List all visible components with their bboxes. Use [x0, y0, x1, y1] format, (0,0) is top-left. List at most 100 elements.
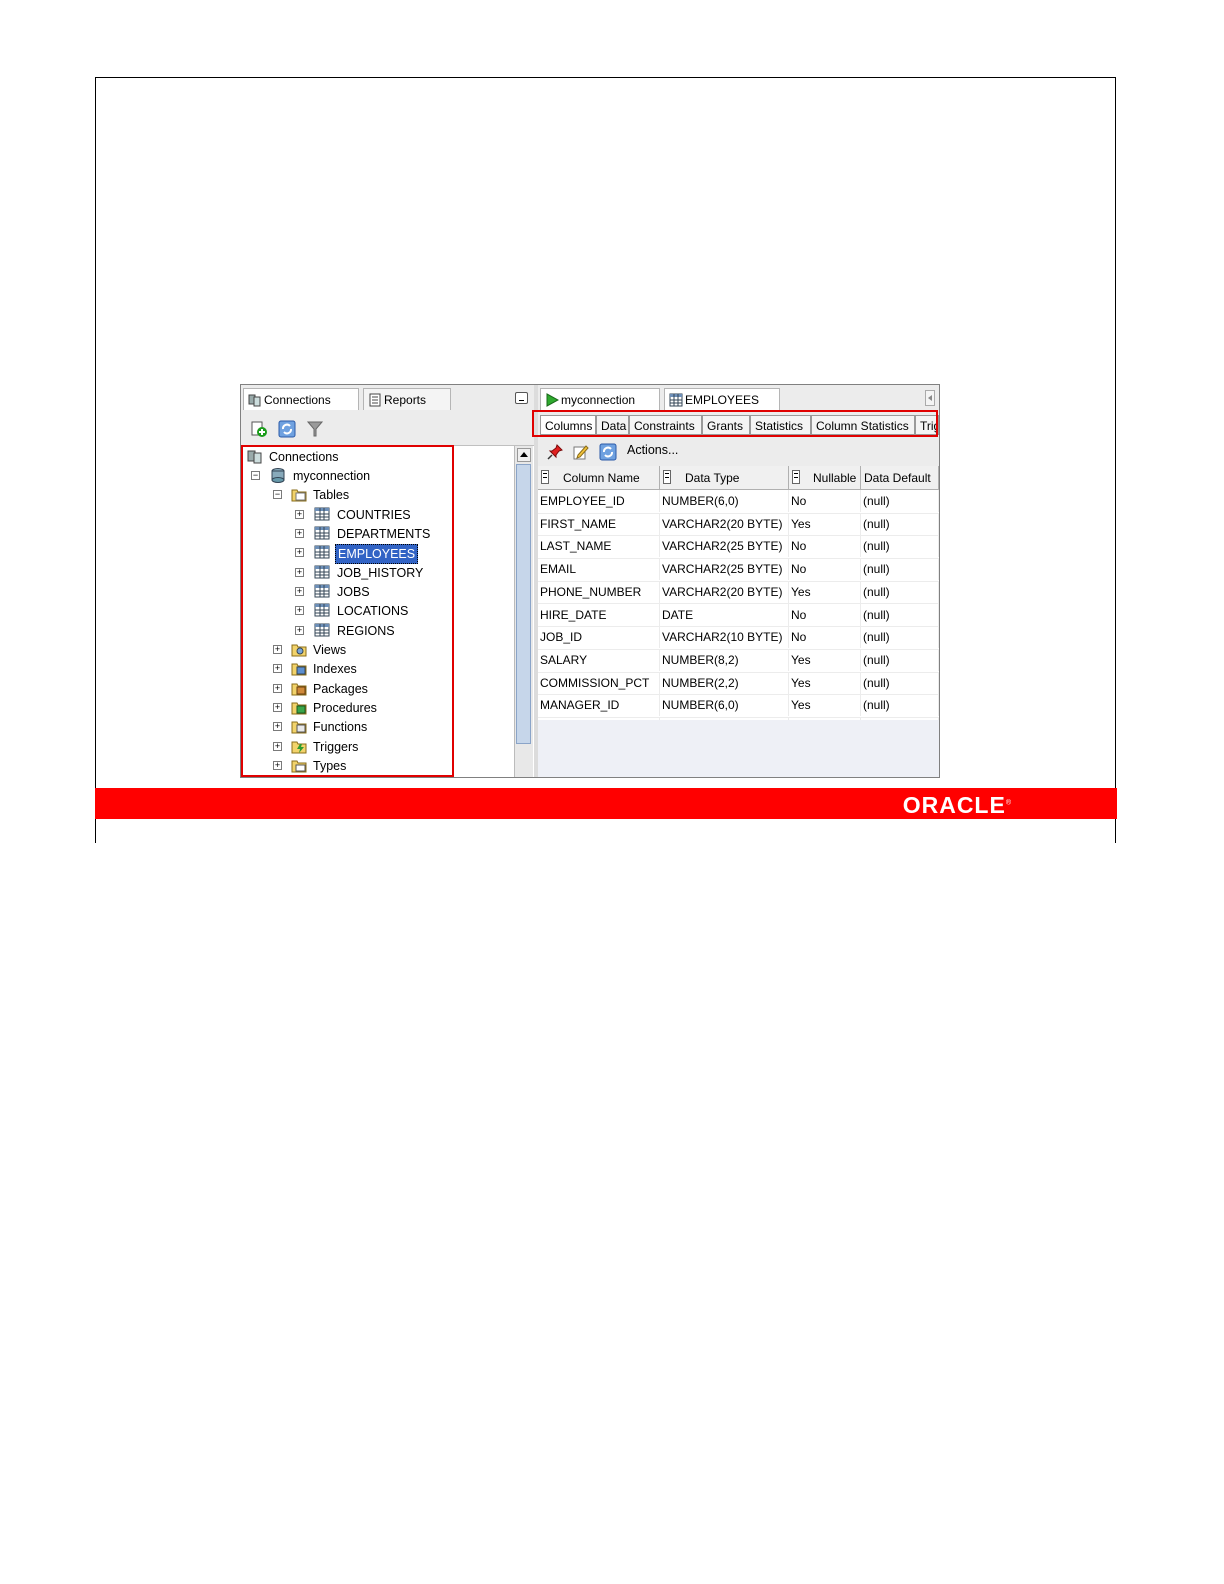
- table-row[interactable]: HIRE_DATE DATE No (null): [538, 603, 939, 628]
- table-cell[interactable]: (null): [861, 694, 939, 717]
- sort-icon: [541, 470, 549, 484]
- table-cell[interactable]: No: [789, 603, 861, 626]
- tree-scrollbar[interactable]: [514, 446, 533, 777]
- table-row[interactable]: EMAIL VARCHAR2(25 BYTE) No (null): [538, 558, 939, 582]
- table-cell[interactable]: FIRST_NAME: [538, 512, 660, 535]
- table-cell[interactable]: NUMBER(6,0): [660, 490, 789, 512]
- sort-icon: [792, 470, 800, 484]
- refresh-icon[interactable]: [278, 420, 296, 438]
- table-cell[interactable]: Yes: [789, 512, 861, 535]
- column-header[interactable]: Nullable: [789, 466, 861, 489]
- table-cell[interactable]: (null): [861, 648, 939, 671]
- scroll-up-icon[interactable]: [517, 448, 531, 462]
- table-row[interactable]: LAST_NAME VARCHAR2(25 BYTE) No (null): [538, 535, 939, 560]
- pin-icon[interactable]: [546, 443, 564, 461]
- table-cell[interactable]: (null): [861, 535, 939, 558]
- connections-navigator: Connections Reports Connections − myconn…: [241, 385, 534, 777]
- table-cell[interactable]: COMMISSION_PCT: [538, 671, 660, 694]
- table-cell[interactable]: VARCHAR2(20 BYTE): [660, 580, 789, 603]
- table-cell[interactable]: No: [789, 535, 861, 558]
- reports-icon: [369, 393, 381, 407]
- column-header[interactable]: Data Type: [660, 466, 789, 489]
- table-cell[interactable]: EMPLOYEE_ID: [538, 490, 660, 512]
- table-cell[interactable]: VARCHAR2(10 BYTE): [660, 626, 789, 649]
- column-header-label: Data Type: [685, 471, 740, 485]
- column-header[interactable]: Column Name: [538, 466, 660, 489]
- table-row[interactable]: FIRST_NAME VARCHAR2(20 BYTE) Yes (null): [538, 512, 939, 537]
- table-row[interactable]: COMMISSION_PCT NUMBER(2,2) Yes (null): [538, 671, 939, 696]
- table-cell[interactable]: (null): [861, 580, 939, 603]
- tab-reports-label: Reports: [384, 393, 427, 407]
- table-cell[interactable]: NUMBER(2,2): [660, 671, 789, 694]
- table-cell[interactable]: Yes: [789, 580, 861, 603]
- table-cell[interactable]: Yes: [789, 694, 861, 717]
- table-cell[interactable]: Yes: [789, 671, 861, 694]
- oracle-logo: ORACLE®: [903, 792, 1012, 819]
- table-icon: [669, 393, 683, 407]
- table-cell[interactable]: NUMBER(6,0): [660, 694, 789, 717]
- column-header-label: Data Default: [864, 471, 931, 485]
- table-row[interactable]: EMPLOYEE_ID NUMBER(6,0) No (null): [538, 490, 939, 514]
- table-cell[interactable]: (null): [861, 490, 939, 512]
- subtabs-highlight-box: [532, 410, 938, 437]
- filter-icon[interactable]: [306, 420, 324, 438]
- table-cell[interactable]: (null): [861, 512, 939, 535]
- edit-icon[interactable]: [572, 443, 590, 461]
- table-cell[interactable]: HIRE_DATE: [538, 603, 660, 626]
- footer-bar: ORACLE®: [95, 788, 1117, 819]
- tab-connections-label: Connections: [264, 393, 331, 407]
- tab-employees-label: EMPLOYEES: [685, 393, 760, 407]
- table-cell[interactable]: NUMBER(8,2): [660, 648, 789, 671]
- table-row[interactable]: MANAGER_ID NUMBER(6,0) Yes (null): [538, 694, 939, 718]
- column-header-label: Column Name: [563, 471, 640, 485]
- grid-empty-area: [538, 720, 939, 777]
- table-cell[interactable]: VARCHAR2(25 BYTE): [660, 535, 789, 558]
- table-cell[interactable]: SALARY: [538, 648, 660, 671]
- run-icon: [546, 393, 559, 407]
- table-cell[interactable]: MANAGER_ID: [538, 694, 660, 717]
- minimize-button[interactable]: [515, 392, 528, 404]
- scroll-thumb[interactable]: [516, 464, 531, 744]
- table-cell[interactable]: EMAIL: [538, 558, 660, 581]
- grid-header: Column Name Data Type Nullable Data Defa…: [538, 466, 939, 490]
- tree-highlight-box: [241, 445, 454, 777]
- new-connection-icon[interactable]: [250, 420, 268, 438]
- table-cell[interactable]: (null): [861, 626, 939, 649]
- column-header-label: Nullable: [813, 471, 857, 485]
- table-cell[interactable]: No: [789, 490, 861, 512]
- table-cell[interactable]: VARCHAR2(20 BYTE): [660, 512, 789, 535]
- sql-developer-window: Connections Reports Connections − myconn…: [240, 384, 940, 778]
- table-cell[interactable]: (null): [861, 558, 939, 581]
- table-cell[interactable]: VARCHAR2(25 BYTE): [660, 558, 789, 581]
- sort-icon: [663, 470, 671, 484]
- tab-myconnection[interactable]: myconnection: [540, 388, 660, 410]
- registered-mark-icon: ®: [1005, 799, 1012, 807]
- table-cell[interactable]: PHONE_NUMBER: [538, 580, 660, 603]
- navigator-toolbar: [241, 415, 534, 443]
- columns-grid: Column Name Data Type Nullable Data Defa…: [538, 466, 939, 777]
- table-cell[interactable]: No: [789, 626, 861, 649]
- table-cell[interactable]: No: [789, 558, 861, 581]
- tab-myconnection-label: myconnection: [561, 393, 636, 407]
- table-cell[interactable]: (null): [861, 603, 939, 626]
- table-cell[interactable]: (null): [861, 671, 939, 694]
- refresh-icon[interactable]: [599, 443, 617, 461]
- table-row[interactable]: SALARY NUMBER(8,2) Yes (null): [538, 648, 939, 673]
- table-row[interactable]: JOB_ID VARCHAR2(10 BYTE) No (null): [538, 626, 939, 650]
- table-cell[interactable]: Yes: [789, 648, 861, 671]
- tab-scroll-left-icon[interactable]: [925, 390, 935, 406]
- tab-connections[interactable]: Connections: [243, 388, 359, 410]
- connections-icon: [248, 394, 261, 407]
- table-cell[interactable]: DATE: [660, 603, 789, 626]
- table-cell[interactable]: JOB_ID: [538, 626, 660, 649]
- tab-employees[interactable]: EMPLOYEES: [664, 388, 780, 410]
- table-cell[interactable]: LAST_NAME: [538, 535, 660, 558]
- column-header[interactable]: Data Default: [861, 466, 939, 489]
- actions-toolbar: Actions...: [538, 439, 939, 465]
- actions-menu[interactable]: Actions...: [627, 443, 678, 457]
- table-row[interactable]: PHONE_NUMBER VARCHAR2(20 BYTE) Yes (null): [538, 580, 939, 605]
- table-editor: myconnection EMPLOYEES Columns Data Cons…: [532, 385, 939, 777]
- oracle-logo-text: ORACLE: [902, 792, 1006, 818]
- tab-reports[interactable]: Reports: [363, 388, 451, 410]
- navigator-tabs: Connections Reports: [241, 385, 534, 411]
